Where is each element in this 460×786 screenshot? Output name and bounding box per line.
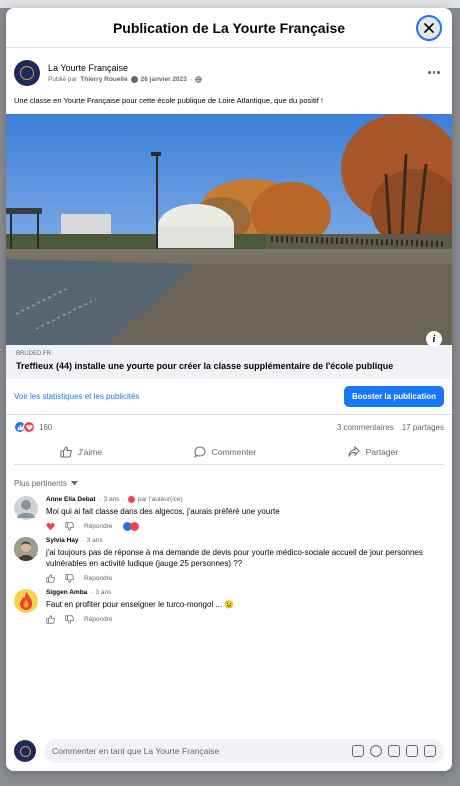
share-arrow-icon (348, 445, 360, 457)
comment-label: Commenter (211, 446, 257, 457)
globe-icon (195, 75, 202, 83)
share-button[interactable]: Partager (348, 445, 399, 458)
shares-count[interactable]: 17 partages (402, 423, 444, 432)
comment-item: Anne Elia Debat · 3 ans · par l'auteur(i… (6, 496, 452, 532)
reactions-summary: 160 3 commentaires 17 partages (6, 415, 452, 439)
avatar-sticker-icon[interactable] (352, 745, 364, 757)
sort-label: Plus pertinents (14, 478, 67, 488)
comment-composer: Commenter en tant que La Yourte Français… (6, 731, 452, 771)
insights-row: Voir les statistiques et les publicités … (6, 379, 452, 415)
page-avatar[interactable] (14, 59, 40, 86)
comment-item: Siggen Amba · 3 ans Faut en profiter pou… (6, 589, 452, 625)
boost-post-button[interactable]: Booster la publication (343, 386, 444, 407)
close-button[interactable] (416, 15, 442, 41)
page-background (0, 0, 460, 8)
author-badge-icon (130, 75, 138, 83)
commenter-avatar[interactable] (14, 537, 38, 561)
comment-text: Moi qui ai fait classe dans des algecos,… (46, 507, 280, 516)
gif-icon[interactable] (406, 745, 418, 757)
link-preview[interactable]: i BRUDED.FR Treffieux (44) installe une … (6, 331, 452, 379)
commenter-avatar[interactable] (14, 589, 38, 613)
comment-button[interactable]: Commenter (193, 445, 257, 458)
share-label: Partager (365, 446, 399, 457)
published-by-label: Publié par (48, 75, 78, 83)
camera-icon[interactable] (388, 745, 400, 757)
comment-time[interactable]: 3 ans (87, 537, 103, 544)
post-author[interactable]: Thierry Rouelle (80, 76, 127, 83)
commenter-name[interactable]: Siggen Amba (46, 589, 87, 596)
comment-input[interactable]: Commenter en tant que La Yourte Français… (44, 739, 444, 763)
comment-text: j'ai toujours pas de réponse à ma demand… (46, 548, 423, 568)
thumbs-up-icon[interactable] (46, 573, 55, 583)
post-photo[interactable] (6, 114, 452, 345)
commenter-name[interactable]: Anne Elia Debat (46, 496, 95, 503)
comment-time[interactable]: 3 ans (95, 589, 111, 596)
schoolyard-photo (6, 114, 452, 345)
thumbs-down-icon[interactable] (65, 573, 74, 583)
love-reaction-icon[interactable] (46, 522, 55, 531)
comment-sort-dropdown[interactable]: Plus pertinents (6, 465, 452, 491)
more-options-button[interactable] (424, 68, 444, 78)
link-title[interactable]: Treffieux (44) installe une yourte pour … (16, 361, 442, 371)
comment-bubble-icon (193, 445, 206, 458)
love-reaction-icon[interactable] (23, 421, 35, 433)
dialog-title: Publication de La Yourte Française (112, 19, 346, 36)
comment-input-placeholder: Commenter en tant que La Yourte Français… (52, 746, 220, 756)
reply-button[interactable]: Répondre (84, 616, 113, 623)
post-dialog: Publication de La Yourte Française La Yo… (6, 8, 452, 771)
sticker-icon[interactable] (424, 745, 436, 757)
like-label: J'aime (77, 446, 103, 457)
link-domain: BRUDED.FR (16, 351, 52, 357)
composer-avatar[interactable] (14, 740, 36, 762)
commenter-name[interactable]: Sylvia Hay (46, 537, 79, 544)
info-icon[interactable]: i (426, 331, 442, 347)
comment-item: Sylvia Hay · 3 ans j'ai toujours pas de … (6, 537, 452, 584)
emoji-icon[interactable] (370, 745, 382, 757)
thumbs-up-icon (60, 445, 72, 457)
post-text: Une classe en Yourte Française pour cett… (14, 96, 323, 105)
author-liked-icon (127, 496, 135, 503)
view-insights-link[interactable]: Voir les statistiques et les publicités (14, 392, 139, 401)
chevron-down-icon (70, 480, 78, 485)
post-actions: J'aime Commenter Partager (14, 439, 444, 465)
more-dot-icon (428, 71, 431, 74)
thumbs-down-icon[interactable] (65, 614, 74, 624)
thumbs-up-icon[interactable] (46, 614, 55, 624)
page-name[interactable]: La Yourte Française (48, 63, 424, 73)
comments-count[interactable]: 3 commentaires (337, 423, 394, 432)
comment-reactions[interactable] (122, 521, 139, 531)
comment-time[interactable]: 3 ans (104, 496, 120, 503)
comment-text: Faut en profiter pour enseigner le turco… (46, 600, 235, 609)
reply-button[interactable]: Répondre (84, 523, 113, 530)
like-button[interactable]: J'aime (60, 445, 103, 458)
commenter-avatar[interactable] (14, 496, 38, 520)
close-icon (424, 23, 434, 33)
love-reaction-icon (129, 521, 139, 531)
thumbs-down-icon[interactable] (65, 521, 74, 531)
liked-by-author-label: par l'auteur(ice) (137, 496, 183, 503)
dialog-header: Publication de La Yourte Française (6, 8, 452, 48)
post-header: La Yourte Française Publié par Thierry R… (6, 48, 452, 90)
reaction-count[interactable]: 160 (39, 423, 52, 432)
post-date[interactable]: 26 janvier 2023 (141, 76, 187, 83)
reply-button[interactable]: Répondre (84, 575, 113, 582)
separator: · (189, 75, 193, 83)
